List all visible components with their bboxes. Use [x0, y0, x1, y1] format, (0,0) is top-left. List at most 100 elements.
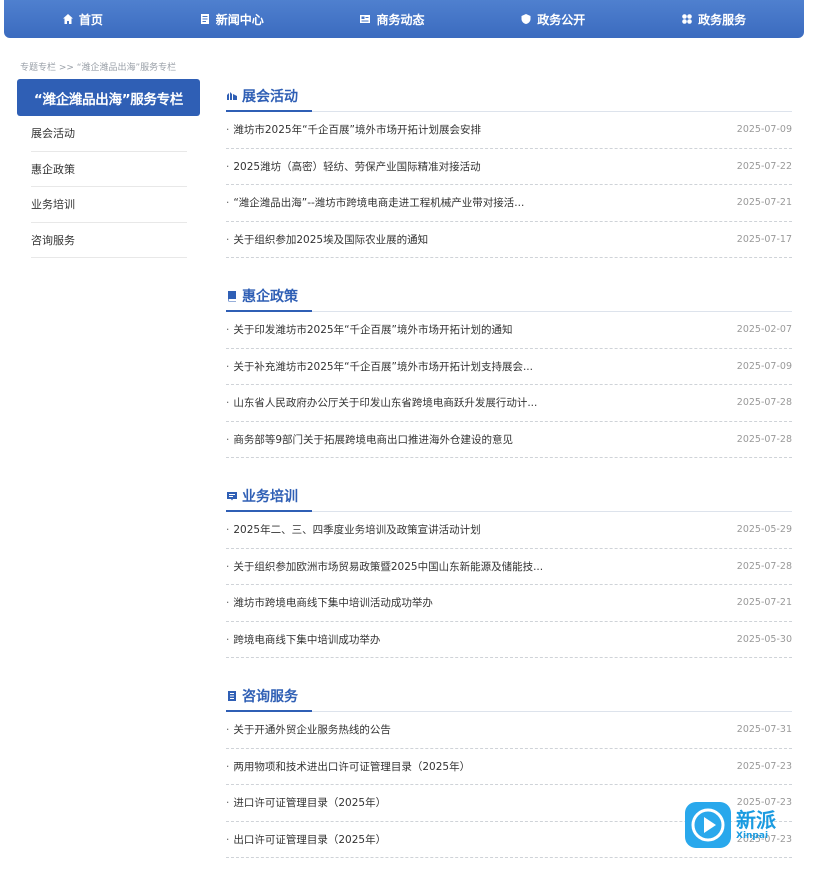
logo-text: 新派 Xinpai [736, 810, 776, 841]
news-title[interactable]: “潍企潍品出海”--潍坊市跨境电商走进工程机械产业带对接活... [226, 195, 524, 210]
consult-icon [226, 690, 238, 702]
news-date: 2025-07-09 [736, 124, 792, 136]
nav-item-gov-services[interactable]: 政务服务 [681, 11, 746, 28]
news-item[interactable]: 山东省人民政府办公厅关于印发山东省跨境电商跃升发展行动计... 2025-07-2… [226, 385, 792, 422]
nav-label: 首页 [78, 12, 103, 27]
news-item[interactable]: 2025年二、三、四季度业务培训及政策宣讲活动计划 2025-05-29 [226, 512, 792, 549]
news-title[interactable]: 潍坊市2025年“千企百展”境外市场开拓计划展会安排 [226, 122, 481, 137]
section-title[interactable]: 展会活动 [226, 86, 298, 106]
news-title[interactable]: 关于印发潍坊市2025年“千企百展”境外市场开拓计划的通知 [226, 322, 512, 337]
section-title-text: 展会活动 [242, 89, 298, 105]
news-title[interactable]: 2025潍坊（高密）轻纺、劳保产业国际精准对接活动 [226, 159, 480, 174]
nav-label: 政务服务 [698, 12, 747, 27]
news-title[interactable]: 出口许可证管理目录（2025年） [226, 832, 386, 847]
news-title[interactable]: 跨境电商线下集中培训成功举办 [226, 632, 380, 647]
news-date: 2025-05-29 [736, 524, 792, 536]
section-header: 惠企政策 [226, 280, 792, 312]
news-item[interactable]: 关于开通外贸企业服务热线的公告 2025-07-31 [226, 712, 792, 749]
xinpai-watermark-logo: 新派 Xinpai [684, 800, 794, 850]
logo-en: Xinpai [736, 830, 769, 841]
logo-cn: 新派 [736, 807, 776, 832]
section-header: 业务培训 [226, 480, 792, 512]
news-item[interactable]: 关于组织参加2025埃及国际农业展的通知 2025-07-17 [226, 222, 792, 258]
news-item[interactable]: 潍坊市跨境电商线下集中培训活动成功举办 2025-07-21 [226, 585, 792, 622]
section-policies: 惠企政策 关于印发潍坊市2025年“千企百展”境外市场开拓计划的通知 2025-0… [226, 280, 792, 480]
news-list: 潍坊市2025年“千企百展”境外市场开拓计划展会安排 2025-07-09 202… [226, 112, 792, 258]
news-date: 2025-05-30 [736, 633, 792, 645]
sidebar: “潍企潍品出海”服务专栏 展会活动 惠企政策 业务培训 咨询服务 [17, 79, 200, 258]
news-date: 2025-07-17 [736, 233, 792, 245]
news-title[interactable]: 关于组织参加欧洲市场贸易政策暨2025中国山东新能源及储能技... [226, 559, 543, 574]
news-list: 关于印发潍坊市2025年“千企百展”境外市场开拓计划的通知2025-02-07 … [226, 312, 792, 458]
nav-label: 商务动态 [376, 12, 425, 27]
news-title[interactable]: 关于补充潍坊市2025年“千企百展”境外市场开拓计划支持展会... [226, 359, 533, 374]
news-date: 2025-07-28 [736, 397, 792, 409]
section-training: 业务培训 2025年二、三、四季度业务培训及政策宣讲活动计划 2025-05-29… [226, 480, 792, 680]
news-date: 2025-07-21 [736, 597, 792, 609]
news-date: 2025-07-28 [736, 433, 792, 445]
news-date: 2025-07-22 [736, 160, 792, 172]
news-icon [359, 13, 371, 25]
nav-item-business-news[interactable]: 商务动态 [359, 11, 425, 28]
sidebar-menu: 展会活动 惠企政策 业务培训 咨询服务 [17, 116, 187, 258]
news-title[interactable]: 进口许可证管理目录（2025年） [226, 795, 386, 810]
news-date: 2025-07-09 [736, 360, 792, 372]
nav-label: 政务公开 [537, 12, 586, 27]
news-item[interactable]: 关于印发潍坊市2025年“千企百展”境外市场开拓计划的通知 2025-02-07 [226, 312, 792, 349]
news-item[interactable]: 潍坊市2025年“千企百展”境外市场开拓计划展会安排 2025-07-09 [226, 112, 792, 149]
news-date: 2025-02-07 [736, 324, 792, 336]
news-title[interactable]: 山东省人民政府办公厅关于印发山东省跨境电商跃升发展行动计... [226, 395, 537, 410]
section-title-underline [226, 110, 312, 112]
news-item[interactable]: 跨境电商线下集中培训成功举办 2025-05-30 [226, 622, 792, 658]
breadcrumb[interactable]: 专题专栏 >> “潍企潍品出海”服务专栏 [20, 60, 176, 73]
section-title[interactable]: 咨询服务 [226, 686, 298, 706]
section-header: 咨询服务 [226, 680, 792, 712]
section-title-text: 惠企政策 [242, 289, 298, 305]
main-content: 展会活动 潍坊市2025年“千企百展”境外市场开拓计划展会安排 2025-07-0… [226, 80, 792, 869]
news-item[interactable]: 关于补充潍坊市2025年“千企百展”境外市场开拓计划支持展会... 2025-07… [226, 349, 792, 385]
section-title-text: 业务培训 [242, 489, 298, 505]
news-title[interactable]: 潍坊市跨境电商线下集中培训活动成功举办 [226, 595, 433, 610]
news-title[interactable]: 两用物项和技术进出口许可证管理目录（2025年） [226, 759, 470, 774]
sidebar-item-exhibitions[interactable]: 展会活动 [31, 116, 187, 152]
news-item[interactable]: 两用物项和技术进出口许可证管理目录（2025年） 2025-07-23 [226, 749, 792, 785]
news-date: 2025-07-21 [736, 197, 792, 209]
section-header: 展会活动 [226, 80, 792, 112]
news-date: 2025-07-28 [736, 560, 792, 572]
section-title-underline [226, 710, 312, 712]
nav-item-home[interactable]: 首页 [62, 11, 103, 28]
news-title[interactable]: 商务部等9部门关于拓展跨境电商出口推进海外仓建设的意见 [226, 432, 513, 447]
nav-item-gov-affairs[interactable]: 政务公开 [520, 11, 585, 28]
news-item[interactable]: 关于组织参加欧洲市场贸易政策暨2025中国山东新能源及储能技... 2025-07… [226, 549, 792, 585]
news-title[interactable]: 2025年二、三、四季度业务培训及政策宣讲活动计划 [226, 522, 480, 537]
section-title-text: 咨询服务 [242, 689, 298, 705]
news-list: 2025年二、三、四季度业务培训及政策宣讲活动计划 2025-05-29 关于组织… [226, 512, 792, 658]
home-icon [62, 13, 74, 25]
section-title[interactable]: 惠企政策 [226, 286, 298, 306]
sidebar-item-consulting[interactable]: 咨询服务 [31, 223, 187, 258]
xinpai-logo-icon [685, 802, 731, 848]
section-exhibitions: 展会活动 潍坊市2025年“千企百展”境外市场开拓计划展会安排 2025-07-0… [226, 80, 792, 280]
news-title[interactable]: 关于开通外贸企业服务热线的公告 [226, 722, 391, 737]
sidebar-item-policies[interactable]: 惠企政策 [31, 152, 187, 187]
top-navigation: 首页 新闻中心 商务动态 政务公开 政务服务 [4, 0, 804, 38]
document-icon [199, 13, 211, 25]
grid-icon [681, 13, 693, 25]
nav-item-news-center[interactable]: 新闻中心 [199, 11, 264, 28]
training-icon [226, 490, 238, 502]
sidebar-title: “潍企潍品出海”服务专栏 [17, 79, 200, 116]
news-item[interactable]: 2025潍坊（高密）轻纺、劳保产业国际精准对接活动 2025-07-22 [226, 149, 792, 185]
news-date: 2025-07-23 [736, 760, 792, 772]
section-title-underline [226, 510, 312, 512]
section-title[interactable]: 业务培训 [226, 486, 298, 506]
nav-label: 新闻中心 [215, 12, 264, 27]
section-title-underline [226, 310, 312, 312]
book-icon [226, 290, 238, 302]
news-item[interactable]: 商务部等9部门关于拓展跨境电商出口推进海外仓建设的意见 2025-07-28 [226, 422, 792, 458]
expo-icon [226, 90, 238, 102]
news-item[interactable]: “潍企潍品出海”--潍坊市跨境电商走进工程机械产业带对接活... 2025-07-… [226, 185, 792, 222]
news-date: 2025-07-31 [736, 724, 792, 736]
news-title[interactable]: 关于组织参加2025埃及国际农业展的通知 [226, 232, 428, 247]
badge-icon [520, 13, 532, 25]
sidebar-item-training[interactable]: 业务培训 [31, 187, 187, 223]
